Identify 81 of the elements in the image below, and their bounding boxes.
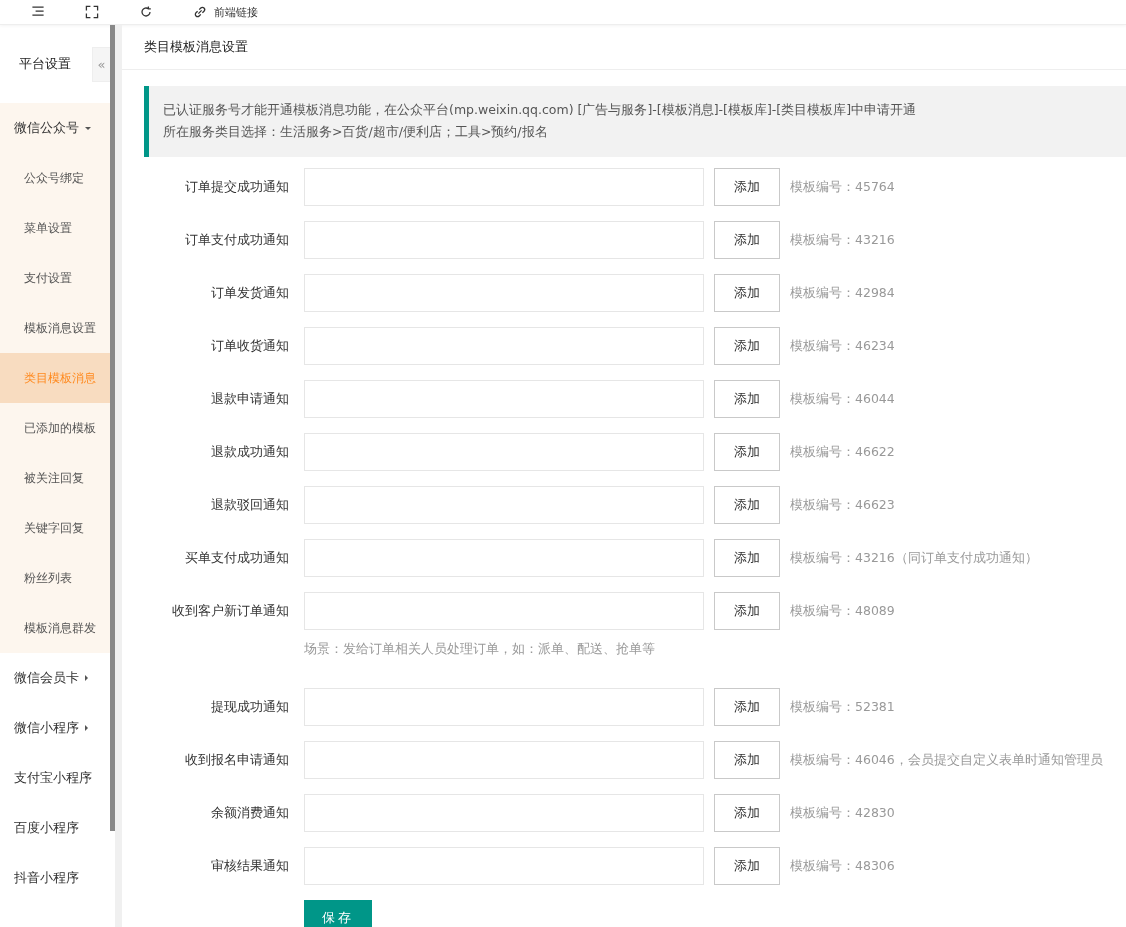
sidebar-item[interactable]: 抖音小程序	[0, 853, 110, 903]
sidebar-title: 平台设置	[18, 55, 71, 73]
input-field[interactable]	[304, 274, 704, 312]
field-label: 退款驳回通知	[210, 496, 290, 514]
input-field[interactable]	[304, 592, 704, 630]
field-label: 退款申请通知	[210, 390, 290, 408]
add-button[interactable]: 添加	[714, 221, 780, 259]
sidebar-item[interactable]: 微信小程序	[0, 703, 110, 753]
link-text[interactable]: 前端链接	[214, 4, 258, 20]
sidebar-item[interactable]: 百度小程序	[0, 803, 110, 853]
refresh-icon[interactable]	[138, 4, 154, 20]
notice-text: 已认证服务号才能开通模板消息功能，在公众平台(mp.weixin.qq.com) [广告与服务]-[模板消息]-[模板库]-[类目模板库]中申请开通	[163, 101, 918, 119]
caret-right-icon	[85, 725, 88, 731]
add-button[interactable]: 添加	[714, 433, 780, 471]
add-button[interactable]: 添加	[714, 847, 780, 885]
template-number: 模板编号：46046，会员提交自定义表单时通知管理员	[790, 751, 1103, 769]
template-number: 模板编号：46623	[790, 496, 895, 514]
template-number: 模板编号：46044	[790, 390, 895, 408]
template-number: 模板编号：46622	[790, 443, 895, 461]
add-button[interactable]: 添加	[714, 741, 780, 779]
sidebar-item[interactable]: 微信公众号	[0, 103, 110, 153]
link-icon[interactable]	[192, 4, 208, 20]
input-field[interactable]	[304, 168, 704, 206]
input-field[interactable]	[304, 380, 704, 418]
template-number: 模板编号：52381	[790, 698, 895, 716]
add-button[interactable]: 添加	[714, 327, 780, 365]
input-field[interactable]	[304, 688, 704, 726]
template-number: 模板编号：48306	[790, 857, 895, 875]
add-button[interactable]: 添加	[714, 274, 780, 312]
field-label: 订单提交成功通知	[184, 178, 290, 196]
sidebar-subitem[interactable]: 菜单设置	[0, 203, 110, 253]
add-button[interactable]: 添加	[714, 380, 780, 418]
field-label: 收到客户新订单通知	[171, 602, 290, 620]
field-label: 订单收货通知	[210, 337, 290, 355]
template-number: 模板编号：45764	[790, 178, 895, 196]
template-number: 模板编号：43216（同订单支付成功通知）	[790, 549, 1038, 567]
sidebar-subitem[interactable]: 模板消息群发	[0, 603, 110, 653]
input-field[interactable]	[304, 539, 704, 577]
input-field[interactable]	[304, 486, 704, 524]
input-field[interactable]	[304, 847, 704, 885]
hint-text: 场景：发给订单相关人员处理订单，如：派单、配送、抢单等	[304, 641, 656, 658]
page-title: 类目模板消息设置	[122, 25, 1126, 70]
add-button[interactable]: 添加	[714, 592, 780, 630]
add-button[interactable]: 添加	[714, 168, 780, 206]
input-field[interactable]	[304, 741, 704, 779]
input-field[interactable]	[304, 221, 704, 259]
field-label: 收到报名申请通知	[184, 751, 290, 769]
field-label: 订单发货通知	[210, 284, 290, 302]
notice-text: 所在服务类目选择：生活服务>百货/超市/便利店；工具>预约/报名	[163, 123, 549, 141]
template-number: 模板编号：43216	[790, 231, 895, 249]
add-button[interactable]: 添加	[714, 688, 780, 726]
input-field[interactable]	[304, 794, 704, 832]
caret-right-icon	[85, 675, 88, 681]
add-button[interactable]: 添加	[714, 539, 780, 577]
sidebar-subitem[interactable]: 支付设置	[0, 253, 110, 303]
sidebar-subitem[interactable]: 被关注回复	[0, 453, 110, 503]
field-label: 买单支付成功通知	[184, 549, 290, 567]
add-button[interactable]: 添加	[714, 794, 780, 832]
field-label: 审核结果通知	[210, 857, 290, 875]
add-button[interactable]: 添加	[714, 486, 780, 524]
field-label: 提现成功通知	[210, 698, 290, 716]
sidebar-subitem[interactable]: 粉丝列表	[0, 553, 110, 603]
template-number: 模板编号：42830	[790, 804, 895, 822]
field-label: 余额消费通知	[210, 804, 290, 822]
fullscreen-icon[interactable]	[84, 4, 100, 20]
save-button[interactable]: 保存	[304, 900, 372, 927]
template-number: 模板编号：48089	[790, 602, 895, 620]
field-label: 退款成功通知	[210, 443, 290, 461]
sidebar-subitem[interactable]: 已添加的模板	[0, 403, 110, 453]
field-label: 订单支付成功通知	[184, 231, 290, 249]
caret-down-icon	[85, 126, 91, 130]
sidebar-subitem[interactable]: 公众号绑定	[0, 153, 110, 203]
scrollbar[interactable]	[110, 25, 115, 831]
sidebar-item[interactable]: 支付宝小程序	[0, 753, 110, 803]
template-number: 模板编号：46234	[790, 337, 895, 355]
input-field[interactable]	[304, 433, 704, 471]
input-field[interactable]	[304, 327, 704, 365]
sidebar-subitem[interactable]: 关键字回复	[0, 503, 110, 553]
sidebar-subitem[interactable]: 模板消息设置	[0, 303, 110, 353]
sidebar-item[interactable]: 微信会员卡	[0, 653, 110, 703]
template-number: 模板编号：42984	[790, 284, 895, 302]
